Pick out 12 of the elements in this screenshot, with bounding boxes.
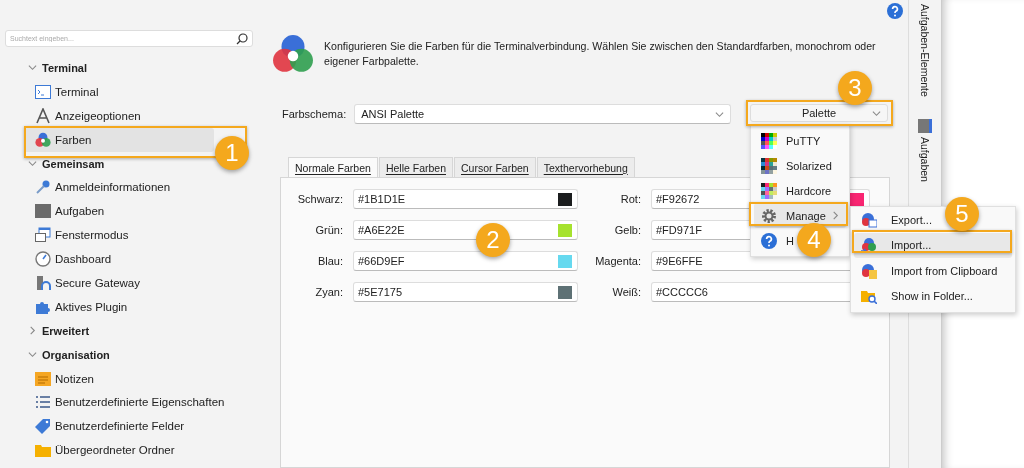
- step-badge: 3: [838, 71, 872, 105]
- field-label: Weiß:: [611, 286, 641, 298]
- field-label: Zyan:: [314, 286, 343, 298]
- field-label: Farbschema:: [282, 108, 347, 120]
- field-label: Rot:: [619, 193, 641, 205]
- field-label: Magenta:: [594, 255, 641, 267]
- description-text: Konfigurieren Sie die Farben für die Terminalverbindung. Wählen Sie zwischen den Standardfarben, monochrom oder eigener Farbpalette.: [324, 39, 877, 69]
- field-label: Schwarz:: [296, 193, 343, 205]
- field-label: Blau:: [316, 255, 343, 267]
- step-badge: 1: [215, 136, 249, 170]
- field-label: Gelb:: [613, 224, 641, 236]
- field-label: Grün:: [314, 224, 343, 236]
